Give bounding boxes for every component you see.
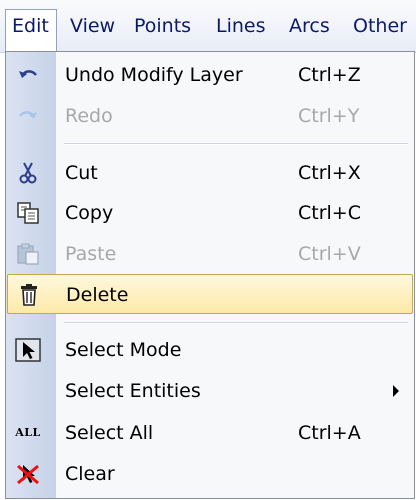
paste-shortcut: Ctrl+V xyxy=(298,243,361,265)
redo-label: Redo xyxy=(65,105,113,127)
cut-shortcut: Ctrl+X xyxy=(298,162,361,184)
menu-item-paste[interactable]: Paste Ctrl+V xyxy=(7,234,413,274)
clear-label: Clear xyxy=(65,463,115,485)
menu-edit[interactable]: Edit xyxy=(5,9,57,52)
cursor-arrow-icon xyxy=(15,338,41,362)
menu-item-cut[interactable]: Cut Ctrl+X xyxy=(7,153,413,193)
menu-arcs[interactable]: Arcs xyxy=(283,10,341,42)
menu-item-select-mode[interactable]: Select Mode xyxy=(7,330,413,370)
menu-item-redo[interactable]: Redo Ctrl+Y xyxy=(7,96,413,136)
select-entities-label: Select Entities xyxy=(65,380,201,402)
separator xyxy=(64,322,408,324)
undo-icon xyxy=(15,63,41,87)
menu-item-copy[interactable]: Copy Ctrl+C xyxy=(7,193,413,233)
menu-item-select-all[interactable]: ALL Select All Ctrl+A xyxy=(7,413,413,453)
cut-label: Cut xyxy=(65,162,98,184)
delete-label: Delete xyxy=(66,284,129,306)
select-all-icon: ALL xyxy=(15,426,41,439)
paste-icon xyxy=(15,242,41,266)
trash-icon xyxy=(16,283,42,307)
undo-label: Undo Modify Layer xyxy=(65,64,243,86)
redo-shortcut: Ctrl+Y xyxy=(298,105,360,127)
scissors-icon xyxy=(15,161,41,185)
menu-bar: Edit View Points Lines Arcs Other xyxy=(0,0,416,53)
undo-shortcut: Ctrl+Z xyxy=(298,64,361,86)
menu-lines[interactable]: Lines xyxy=(210,10,276,42)
edit-dropdown-menu: Undo Modify Layer Ctrl+Z Redo Ctrl+Y Cut… xyxy=(5,51,415,499)
redo-icon xyxy=(15,104,41,128)
copy-label: Copy xyxy=(65,202,114,224)
menu-view[interactable]: View xyxy=(64,10,124,42)
select-all-label: Select All xyxy=(65,422,154,444)
select-all-shortcut: Ctrl+A xyxy=(298,422,361,444)
clear-selection-icon xyxy=(15,462,41,486)
menu-item-undo[interactable]: Undo Modify Layer Ctrl+Z xyxy=(7,55,413,95)
menu-item-clear[interactable]: Clear xyxy=(7,454,413,494)
menu-other[interactable]: Other xyxy=(347,10,416,42)
paste-label: Paste xyxy=(65,243,117,265)
menu-item-delete[interactable]: Delete xyxy=(7,274,413,314)
menu-item-select-entities[interactable]: Select Entities xyxy=(7,371,413,411)
submenu-arrow-icon xyxy=(393,385,399,397)
copy-shortcut: Ctrl+C xyxy=(298,202,361,224)
menu-points[interactable]: Points xyxy=(128,10,206,42)
separator xyxy=(64,143,408,145)
copy-icon xyxy=(15,201,41,225)
select-mode-label: Select Mode xyxy=(65,339,182,361)
